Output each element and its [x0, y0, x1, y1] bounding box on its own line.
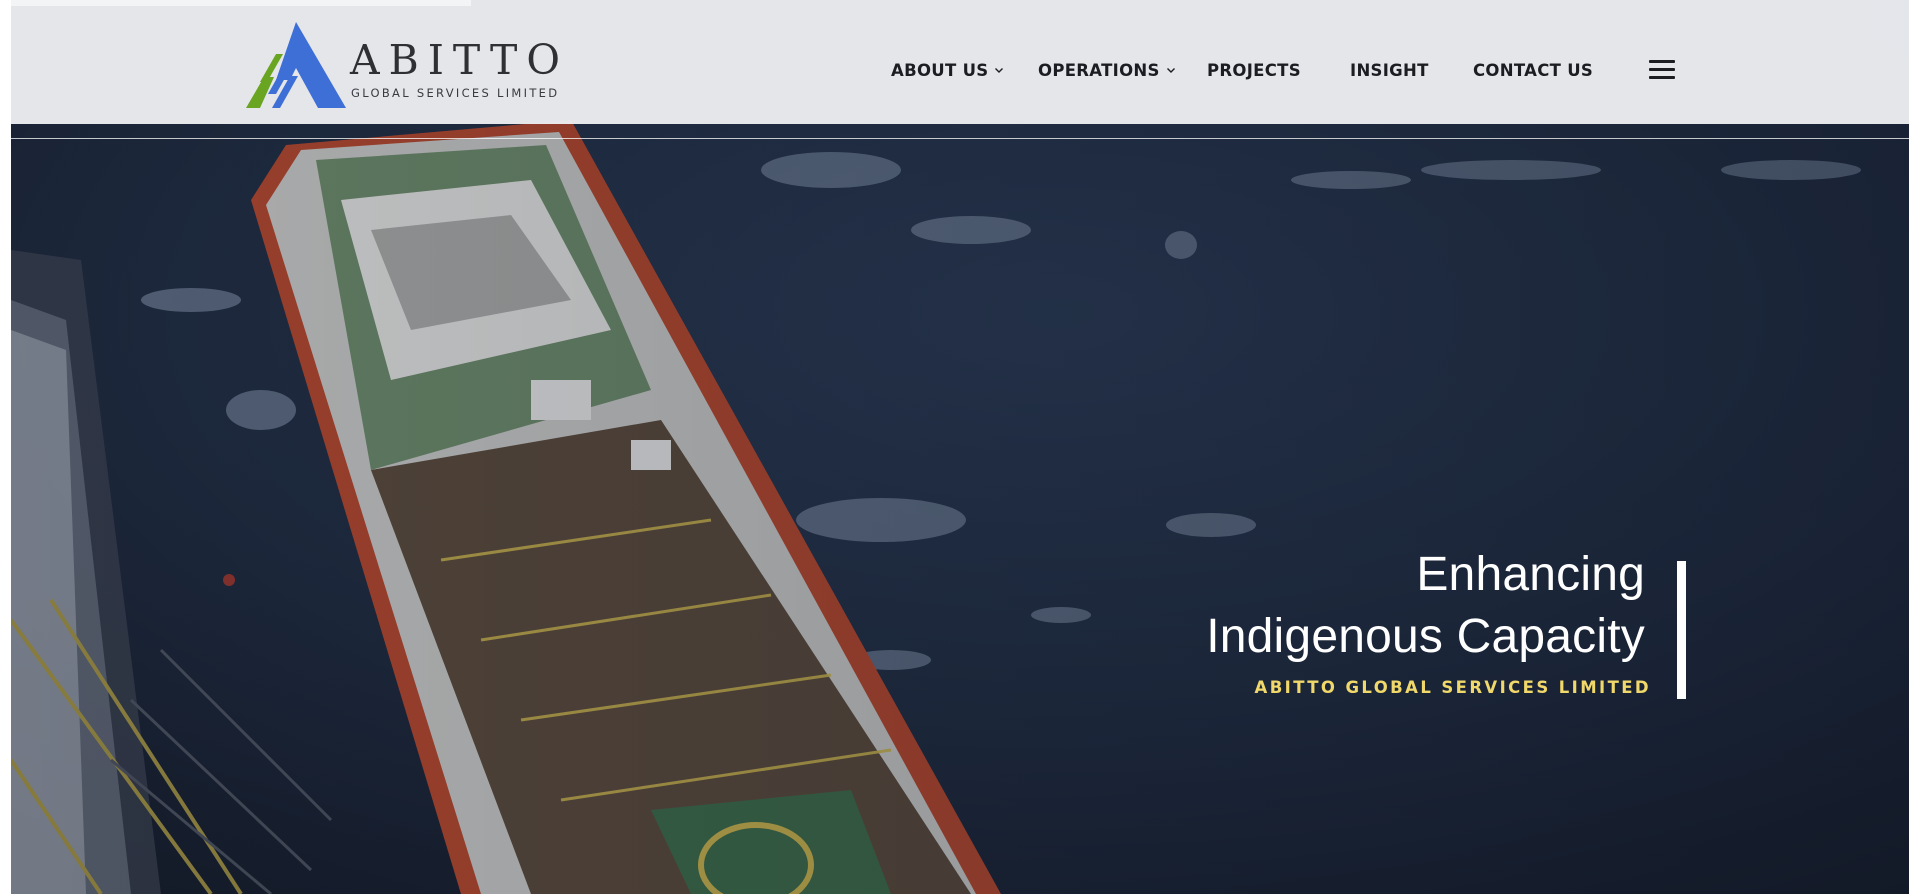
nav-label: PROJECTS — [1207, 60, 1301, 80]
nav-item-contact-us[interactable]: CONTACT US — [1473, 58, 1593, 82]
page: ABITTO GLOBAL SERVICES LIMITED ABOUT US … — [11, 0, 1909, 894]
hero-title-line-2: Indigenous Capacity — [1206, 610, 1645, 663]
hero-background-image — [11, 0, 1909, 894]
brand-name: ABITTO — [350, 36, 570, 84]
hamburger-line — [1649, 76, 1675, 79]
chevron-down-icon — [995, 68, 1004, 73]
nav-item-insight[interactable]: INSIGHT — [1350, 58, 1429, 82]
site-header: ABITTO GLOBAL SERVICES LIMITED ABOUT US … — [11, 0, 1909, 124]
hamburger-line — [1649, 68, 1675, 71]
hamburger-line — [1649, 60, 1675, 63]
hero-subtitle: ABITTO GLOBAL SERVICES LIMITED — [1254, 678, 1651, 697]
nav-label: INSIGHT — [1350, 60, 1429, 80]
brand-tagline: GLOBAL SERVICES LIMITED — [351, 86, 560, 100]
nav-item-projects[interactable]: PROJECTS — [1207, 58, 1301, 82]
nav-label: ABOUT US — [891, 60, 989, 80]
hamburger-menu-icon[interactable] — [1649, 60, 1675, 80]
header-divider — [11, 138, 1909, 139]
header-top-strip — [11, 0, 471, 6]
nav-item-about-us[interactable]: ABOUT US — [891, 58, 1004, 82]
hero-accent-bar — [1677, 561, 1686, 699]
hero-section — [11, 0, 1909, 894]
nav-label: CONTACT US — [1473, 60, 1594, 80]
nav-item-operations[interactable]: OPERATIONS — [1038, 58, 1176, 82]
nav-label: OPERATIONS — [1038, 60, 1160, 80]
hero-text-block: Enhancing Indigenous Capacity ABITTO GLO… — [951, 544, 1651, 697]
brand-logo[interactable]: ABITTO GLOBAL SERVICES LIMITED — [246, 22, 566, 110]
abitto-logo-mark-icon — [246, 22, 346, 108]
hero-title-line-1: Enhancing — [1416, 548, 1645, 601]
chevron-down-icon — [1166, 68, 1175, 73]
